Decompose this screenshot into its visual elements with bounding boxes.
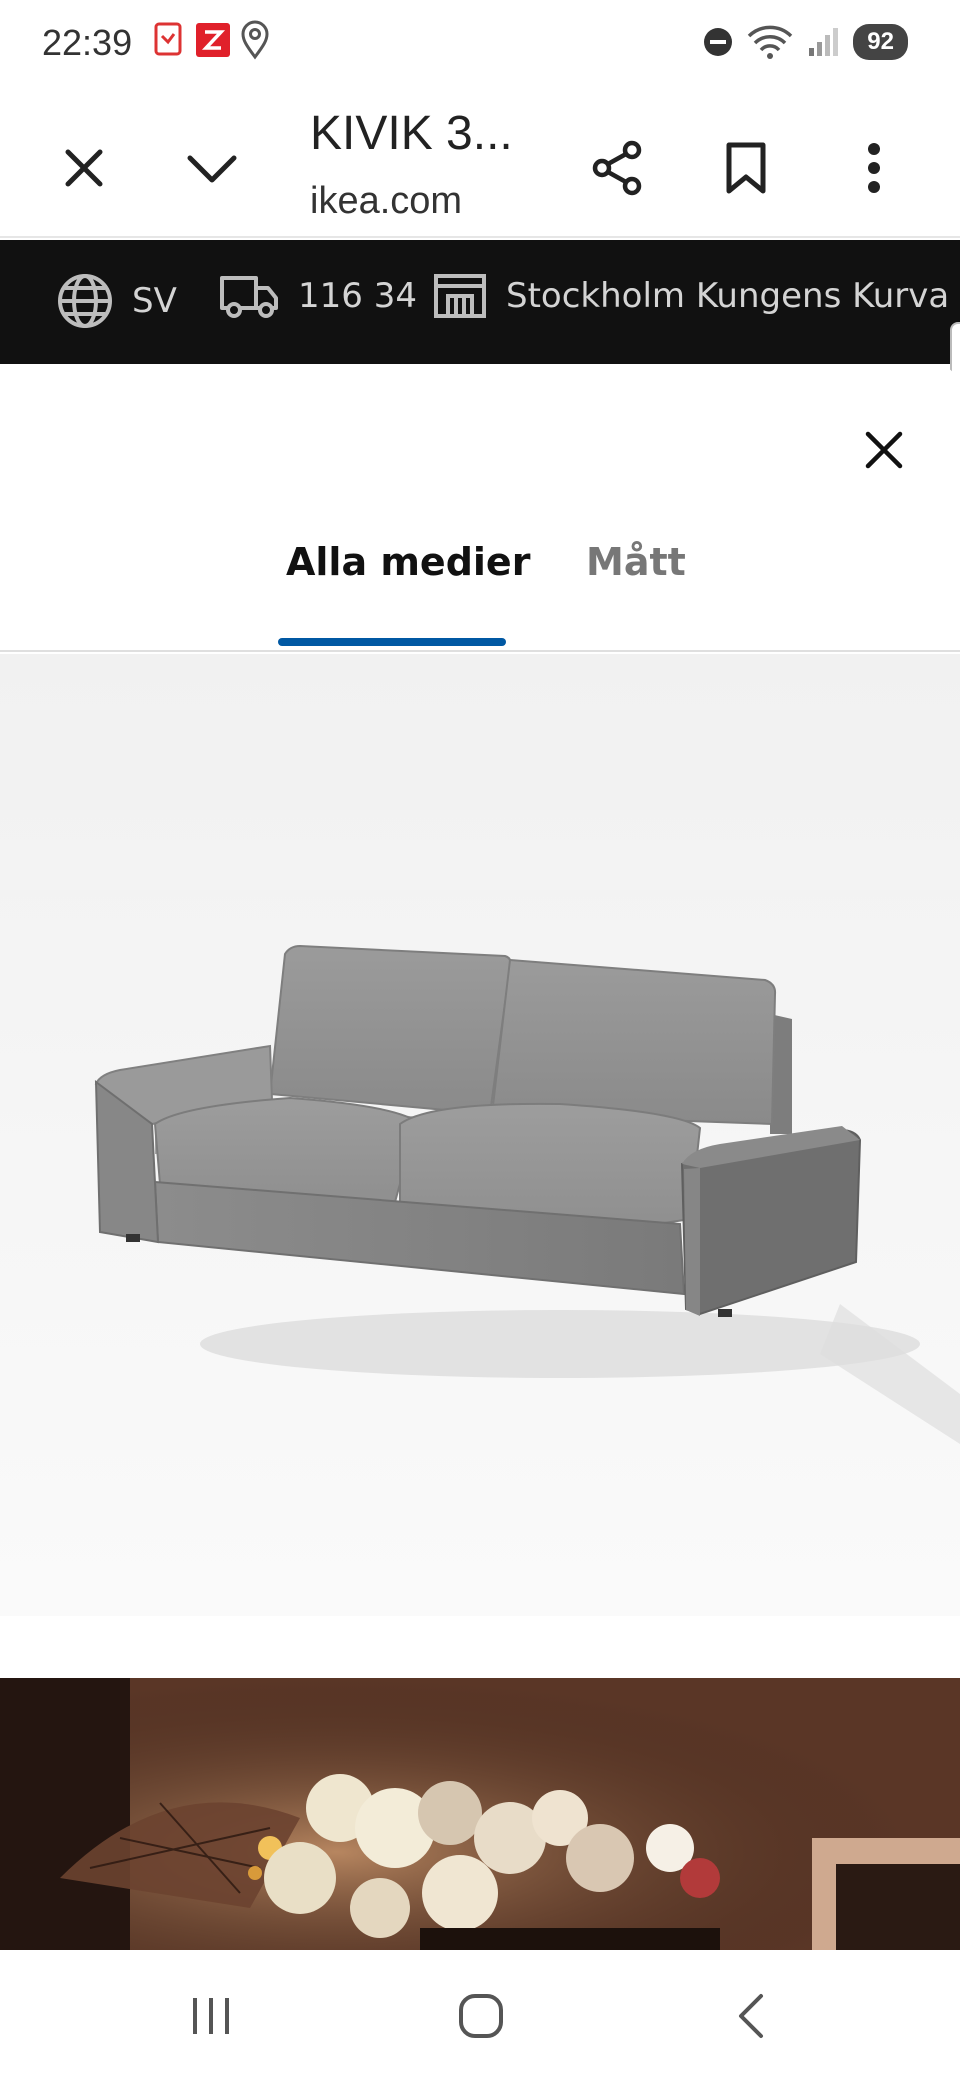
wifi-icon bbox=[748, 25, 793, 59]
back-icon bbox=[739, 1994, 763, 2038]
sofa-product-image[interactable] bbox=[0, 654, 960, 1616]
page-url[interactable]: ikea.com bbox=[310, 180, 462, 223]
media-tabs: Alla medier Mått bbox=[0, 540, 960, 652]
globe-icon bbox=[58, 274, 112, 328]
sofa-illustration bbox=[0, 654, 960, 1616]
chevron-down-icon bbox=[187, 155, 237, 183]
tab-dimensions[interactable]: Mått bbox=[586, 540, 686, 584]
do-not-disturb-icon bbox=[704, 28, 733, 56]
bookmark-icon bbox=[726, 142, 766, 194]
custom-tab-toolbar: KIVIK 3... ikea.com bbox=[0, 88, 960, 238]
back-button[interactable] bbox=[706, 1986, 796, 2046]
living-room-illustration bbox=[0, 1678, 960, 1950]
signal-icon bbox=[809, 28, 839, 56]
location-pin-icon bbox=[241, 20, 269, 60]
location-bar: SV 116 34 Stockholm Kungens Kurva bbox=[0, 240, 960, 364]
postcode-label: 116 34 bbox=[298, 276, 417, 316]
page-title: KIVIK 3... bbox=[310, 107, 513, 160]
minimize-tab-button[interactable] bbox=[172, 128, 252, 208]
store-label: Stockholm Kungens Kurva bbox=[506, 276, 950, 316]
recent-apps-icon bbox=[193, 1998, 229, 2034]
recent-apps-button[interactable] bbox=[166, 1986, 256, 2046]
battery-indicator: 92 bbox=[853, 24, 908, 60]
truck-icon bbox=[220, 276, 278, 318]
status-bar: 22:39 92 bbox=[0, 0, 960, 88]
language-selector[interactable]: SV bbox=[56, 272, 177, 330]
living-room-image[interactable] bbox=[0, 1678, 960, 1950]
more-vert-icon bbox=[868, 143, 880, 193]
store-selector[interactable]: Stockholm Kungens Kurva bbox=[432, 272, 949, 320]
bookmark-button[interactable] bbox=[706, 128, 786, 208]
store-icon bbox=[434, 274, 486, 318]
share-button[interactable] bbox=[578, 128, 658, 208]
postcode-selector[interactable]: 116 34 bbox=[218, 272, 417, 320]
tab-all-media[interactable]: Alla medier bbox=[286, 540, 530, 584]
close-sheet-button[interactable] bbox=[848, 414, 920, 486]
close-icon bbox=[65, 149, 103, 187]
status-system-icons: 92 bbox=[703, 24, 908, 60]
close-tab-button[interactable] bbox=[44, 128, 124, 208]
active-tab-indicator bbox=[278, 638, 506, 646]
more-options-button[interactable] bbox=[834, 128, 914, 208]
home-button[interactable] bbox=[436, 1986, 526, 2046]
media-sheet: Alla medier Mått bbox=[0, 364, 960, 1950]
status-notification-icons bbox=[150, 20, 270, 60]
share-icon bbox=[592, 140, 642, 196]
z-app-icon bbox=[196, 23, 230, 57]
status-time: 22:39 bbox=[42, 22, 133, 63]
language-label: SV bbox=[132, 281, 177, 321]
close-icon bbox=[865, 431, 903, 469]
app-notification-icon bbox=[154, 22, 182, 56]
system-nav-bar bbox=[0, 1950, 960, 2080]
home-icon bbox=[459, 1994, 503, 2038]
